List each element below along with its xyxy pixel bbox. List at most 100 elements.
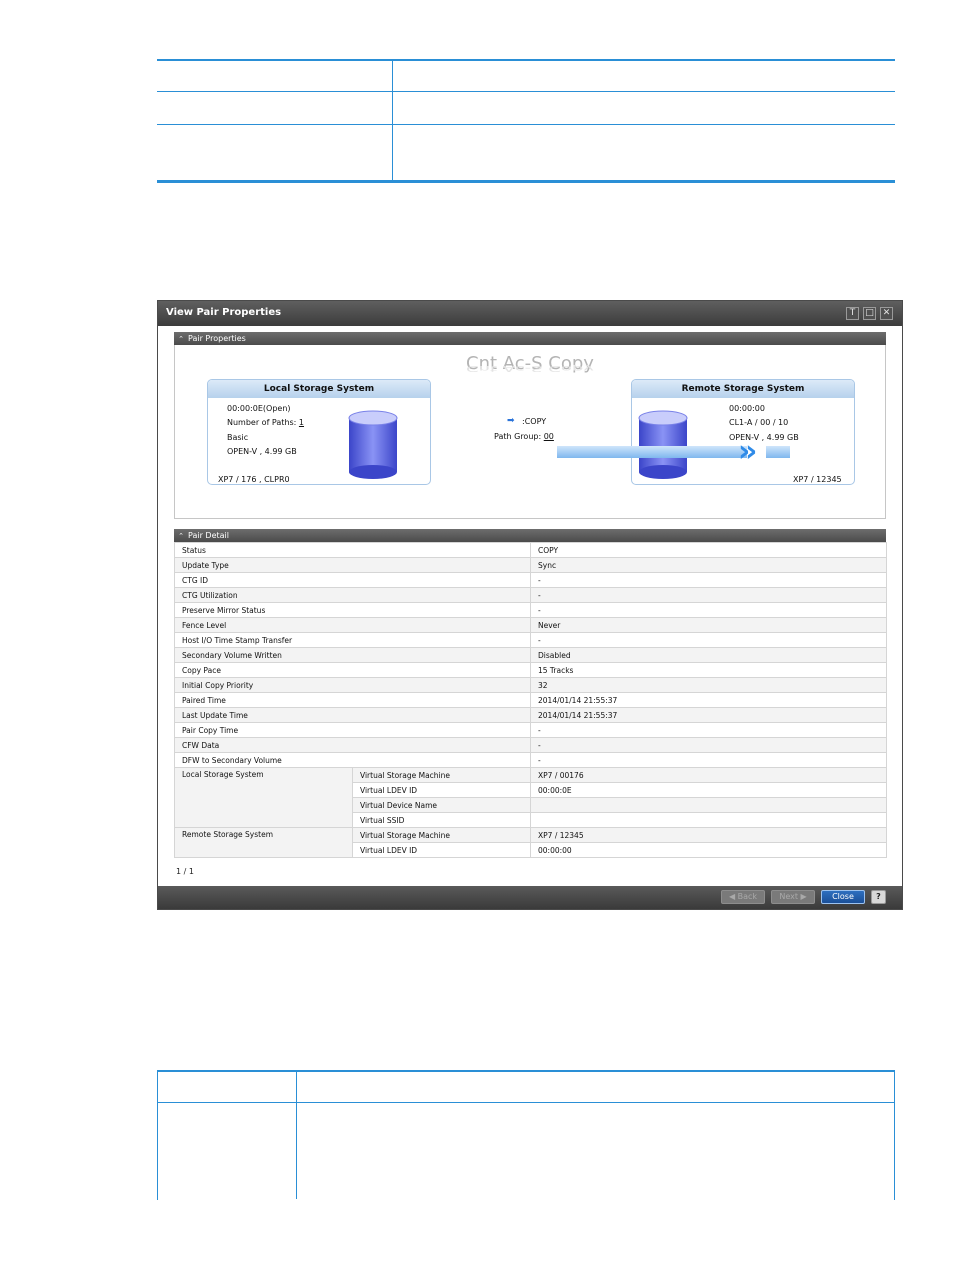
status-arrow-icon: ➡: [507, 416, 515, 426]
table-row: Fence Level Never: [174, 617, 887, 633]
detail-value: Never: [530, 617, 887, 633]
detail-value: -: [530, 722, 887, 738]
table-cell: [157, 91, 393, 125]
local-volume-cylinder-icon: [348, 410, 398, 479]
path-group-link[interactable]: 00: [544, 432, 554, 441]
local-emulation: OPEN-V , 4.99 GB: [227, 447, 297, 456]
detail-value: Disabled: [530, 647, 887, 663]
detail-label: Virtual Storage Machine: [352, 827, 531, 843]
detail-label: Last Update Time: [174, 707, 531, 723]
detail-value: -: [530, 572, 887, 588]
detail-label: Fence Level: [174, 617, 531, 633]
detail-value: -: [530, 587, 887, 603]
table-cell: [297, 1103, 896, 1200]
help-icon[interactable]: ?: [871, 890, 886, 904]
path-group: Path Group: 00: [494, 432, 554, 441]
table-row: Status COPY: [174, 542, 887, 558]
maximize-icon[interactable]: □: [863, 307, 876, 320]
copy-type-reflection: Cnt Ac-S Copy: [466, 364, 594, 373]
detail-value: [530, 812, 887, 828]
table-row: Local Storage System Virtual Storage Mach…: [174, 767, 887, 828]
table-border: [894, 1070, 895, 1200]
document-table-bottom: [157, 1070, 895, 1199]
detail-label: Virtual LDEV ID: [352, 842, 531, 858]
table-row: DFW to Secondary Volume -: [174, 752, 887, 768]
detail-label: Update Type: [174, 557, 531, 573]
detail-label: Host I/O Time Stamp Transfer: [174, 632, 531, 648]
table-cell: [157, 60, 393, 92]
pair-detail-table: Status COPY Update Type Sync CTG ID - CTG Util…: [174, 542, 887, 858]
local-provisioning: Basic: [227, 433, 249, 442]
pin-icon[interactable]: T: [846, 307, 859, 320]
local-ldev-id: 00:00:0E(Open): [227, 404, 291, 413]
detail-label: Preserve Mirror Status: [174, 602, 531, 618]
detail-value: COPY: [530, 542, 887, 558]
detail-label: Secondary Volume Written: [174, 647, 531, 663]
group-label: Local Storage System: [174, 767, 353, 828]
detail-value: XP7 / 00176: [530, 767, 887, 783]
table-row: Remote Storage System Virtual Storage Mac…: [174, 827, 887, 858]
detail-label: Virtual Device Name: [352, 797, 531, 813]
table-row: Paired Time 2014/01/14 21:55:37: [174, 692, 887, 708]
close-icon[interactable]: ✕: [880, 307, 893, 320]
table-border: [157, 1070, 158, 1200]
path-group-label: Path Group:: [494, 432, 542, 441]
next-button[interactable]: Next ▶: [771, 890, 815, 904]
detail-value: 15 Tracks: [530, 662, 887, 678]
table-row: Copy Pace 15 Tracks: [174, 662, 887, 678]
section-title: Pair Properties: [188, 334, 246, 343]
detail-label: CFW Data: [174, 737, 531, 753]
paths-link[interactable]: 1: [299, 418, 304, 427]
pair-detail-header[interactable]: ⌃ Pair Detail: [174, 529, 886, 542]
group-label: Remote Storage System: [174, 827, 353, 858]
table-row: Secondary Volume Written Disabled: [174, 647, 887, 663]
document-table-top: [157, 59, 895, 183]
detail-value: 00:00:00: [530, 842, 887, 858]
detail-label: Status: [174, 542, 531, 558]
dialog-title: View Pair Properties: [166, 307, 282, 318]
detail-label: Paired Time: [174, 692, 531, 708]
pair-properties-header[interactable]: ⌃ Pair Properties: [174, 332, 886, 345]
table-row: CTG ID -: [174, 572, 887, 588]
table-row: CFW Data -: [174, 737, 887, 753]
table-row: Last Update Time 2014/01/14 21:55:37: [174, 707, 887, 723]
paths-label: Number of Paths:: [227, 418, 297, 427]
table-cell: [393, 125, 896, 182]
local-storage-title: Local Storage System: [208, 380, 430, 398]
pair-link-line: [557, 446, 747, 458]
local-paths: Number of Paths: 1: [227, 418, 304, 427]
dialog-footer: ◀ Back Next ▶ Close ?: [158, 886, 902, 909]
detail-label: Initial Copy Priority: [174, 677, 531, 693]
pair-link-line-end: [766, 446, 790, 458]
remote-storage-title: Remote Storage System: [632, 380, 854, 398]
detail-value: -: [530, 752, 887, 768]
table-row: Preserve Mirror Status -: [174, 602, 887, 618]
detail-value: 2014/01/14 21:55:37: [530, 692, 887, 708]
back-button[interactable]: ◀ Back: [721, 890, 765, 904]
table-row: CTG Utilization -: [174, 587, 887, 603]
table-row: Pair Copy Time -: [174, 722, 887, 738]
table-cell: [157, 124, 393, 182]
table-cell: [392, 60, 895, 92]
detail-value: [530, 797, 887, 813]
local-footer: XP7 / 176 , CLPR0: [218, 475, 290, 484]
table-cell: [296, 1071, 895, 1103]
detail-value: 32: [530, 677, 887, 693]
remote-volume-cylinder-icon: [638, 410, 688, 479]
detail-label: Virtual LDEV ID: [352, 782, 531, 798]
detail-label: Virtual SSID: [352, 812, 531, 828]
table-row: Host I/O Time Stamp Transfer -: [174, 632, 887, 648]
detail-label: CTG Utilization: [174, 587, 531, 603]
pager: 1 / 1: [176, 867, 194, 876]
detail-value: 2014/01/14 21:55:37: [530, 707, 887, 723]
detail-label: Virtual Storage Machine: [352, 767, 531, 783]
remote-storage-system-box: Remote Storage System 00:00:00 CL1-A / 0…: [631, 379, 855, 485]
table-cell: [157, 1071, 297, 1103]
detail-value: -: [530, 632, 887, 648]
remote-footer: XP7 / 12345: [793, 475, 842, 484]
remote-port: CL1-A / 00 / 10: [729, 418, 789, 427]
table-row: Initial Copy Priority 32: [174, 677, 887, 693]
section-title: Pair Detail: [188, 531, 229, 540]
close-button[interactable]: Close: [821, 890, 865, 904]
detail-label: CTG ID: [174, 572, 531, 588]
